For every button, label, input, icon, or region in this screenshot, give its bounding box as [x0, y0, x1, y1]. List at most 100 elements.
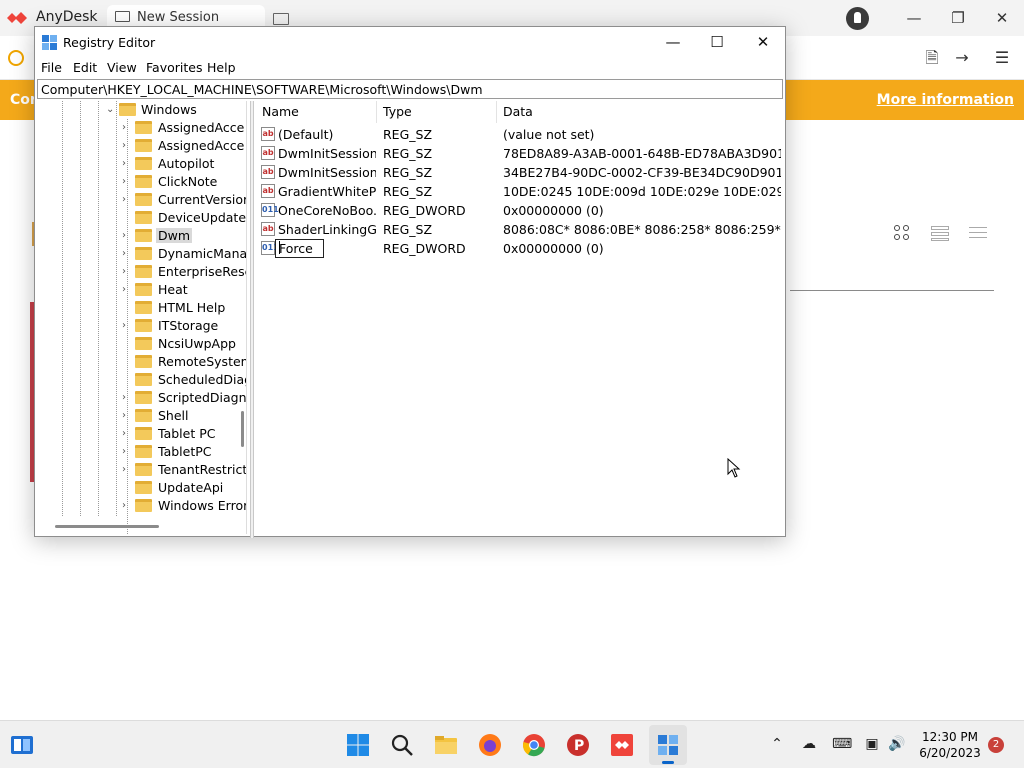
folder-icon — [135, 211, 152, 224]
window-title: Registry Editor — [63, 35, 156, 50]
tree-item[interactable]: NcsiUwpApp — [37, 335, 237, 353]
chevron-right-icon[interactable]: › — [122, 140, 132, 152]
anydesk-app-name: AnyDesk — [36, 9, 98, 25]
registry-tree[interactable]: ⌄ Windows › AssignedAcce › AssignedAcce … — [37, 101, 247, 534]
network-icon[interactable]: ▣ — [863, 735, 881, 753]
tree-item[interactable]: › ScriptedDiagn — [37, 389, 246, 407]
chevron-right-icon[interactable]: › — [122, 266, 132, 278]
minimize-button[interactable]: — — [904, 8, 924, 28]
proxy-app-icon[interactable]: P — [566, 733, 590, 757]
restore-button[interactable]: ❐ — [948, 8, 968, 28]
start-icon[interactable] — [346, 733, 370, 757]
table-row[interactable]: ab DwmInitSession... REG_SZ 34BE27B4-90D… — [256, 163, 784, 182]
tree-item-label: TenantRestrict — [158, 462, 247, 477]
table-row[interactable]: ab DwmInitSession... REG_SZ 78ED8A89-A3A… — [256, 144, 784, 163]
chevron-right-icon[interactable]: › — [122, 176, 132, 188]
table-row[interactable]: ab GradientWhitePi... REG_SZ 10DE:0245 1… — [256, 182, 784, 201]
tree-horizontal-scrollbar[interactable] — [55, 525, 159, 528]
cloud-offline-icon[interactable]: ☁ — [800, 735, 818, 753]
table-row[interactable]: ab ShaderLinkingG... REG_SZ 8086:08C* 80… — [256, 220, 784, 239]
menu-file[interactable]: File — [41, 60, 62, 75]
hamburger-menu-icon[interactable]: ☰ — [992, 48, 1012, 68]
menu-favorites[interactable]: Favorites — [146, 60, 202, 75]
column-header-data[interactable]: Data — [497, 101, 784, 123]
chevron-down-icon[interactable]: ⌄ — [106, 104, 116, 116]
tree-item[interactable]: › TenantRestrict — [37, 461, 246, 479]
close-button[interactable]: ✕ — [741, 30, 785, 54]
chevron-right-icon[interactable]: › — [122, 284, 132, 296]
menu-view[interactable]: View — [107, 60, 137, 75]
tree-item[interactable]: DeviceUpdate — [37, 209, 246, 227]
address-bar[interactable]: Computer\HKEY_LOCAL_MACHINE\SOFTWARE\Mic… — [37, 79, 783, 99]
chevron-right-icon[interactable]: › — [122, 248, 132, 260]
table-row[interactable]: 011 OneCoreNoBoo... REG_DWORD 0x00000000… — [256, 201, 784, 220]
registry-editor-taskbar-icon[interactable] — [656, 733, 680, 757]
notification-badge[interactable]: 2 — [988, 737, 1004, 753]
close-button[interactable]: ✕ — [992, 8, 1012, 28]
more-information-link[interactable]: More information — [877, 92, 1014, 108]
tree-item[interactable]: › TabletPC — [37, 443, 237, 461]
chevron-right-icon[interactable]: › — [122, 428, 132, 440]
tree-item[interactable]: HTML Help — [37, 299, 237, 317]
keyboard-icon[interactable]: ⌨ — [832, 735, 852, 753]
rename-input[interactable]: Force — [275, 239, 324, 258]
minimize-button[interactable]: — — [651, 30, 695, 54]
tree-item[interactable]: › Heat — [37, 281, 237, 299]
chevron-right-icon[interactable]: › — [122, 500, 132, 512]
tree-item[interactable]: ScheduledDiag — [37, 371, 246, 389]
maximize-button[interactable]: ☐ — [695, 30, 739, 54]
tree-item[interactable]: › Autopilot — [37, 155, 237, 173]
compact-grid-view-icon[interactable] — [931, 224, 949, 242]
connection-status-icon — [8, 50, 24, 66]
tree-item[interactable]: › DynamicMana — [37, 245, 246, 263]
new-tab-icon[interactable] — [273, 13, 289, 25]
tree-item-dwm[interactable]: › Dwm — [37, 227, 237, 245]
tree-item[interactable]: › ClickNote — [37, 173, 237, 191]
chevron-right-icon[interactable]: › — [122, 230, 132, 242]
grid-view-icon[interactable] — [893, 224, 911, 242]
widgets-icon[interactable] — [10, 733, 34, 757]
anydesk-icon[interactable] — [610, 733, 634, 757]
account-avatar-icon[interactable] — [846, 7, 869, 30]
list-view-icon[interactable] — [969, 224, 987, 242]
tree-item[interactable]: › Windows Error — [37, 497, 246, 515]
tree-item[interactable]: UpdateApi — [37, 479, 237, 497]
chevron-right-icon[interactable]: › — [122, 320, 132, 332]
chevron-right-icon[interactable]: › — [122, 158, 132, 170]
table-row[interactable]: ab (Default) REG_SZ (value not set) — [256, 125, 784, 144]
chevron-right-icon[interactable]: › — [122, 122, 132, 134]
tree-vertical-scrollbar[interactable] — [241, 411, 244, 447]
tree-item[interactable]: › Shell — [37, 407, 237, 425]
tree-item[interactable]: RemoteSystem — [37, 353, 246, 371]
string-value-icon: ab — [261, 146, 275, 160]
tree-item[interactable]: › ITStorage — [37, 317, 237, 335]
tree-item[interactable]: › AssignedAcce — [37, 137, 244, 155]
chevron-right-icon[interactable]: › — [122, 392, 132, 404]
volume-icon[interactable]: 🔊 — [888, 735, 906, 753]
chevron-right-icon[interactable]: › — [122, 410, 132, 422]
file-transfer-icon[interactable]: 🗎 — [922, 48, 942, 68]
menu-edit[interactable]: Edit — [73, 60, 97, 75]
values-list[interactable]: Name Type Data ab (Default) REG_SZ (valu… — [256, 101, 784, 534]
tree-item-windows[interactable]: ⌄ Windows — [37, 101, 237, 119]
arrow-right-icon[interactable]: → — [952, 48, 972, 68]
tree-item[interactable]: › Tablet PC — [37, 425, 237, 443]
column-header-name[interactable]: Name — [256, 101, 377, 123]
registry-editor-titlebar[interactable]: Registry Editor — ☐ ✕ — [35, 27, 785, 57]
chevron-up-icon[interactable]: ⌃ — [768, 735, 786, 753]
search-icon[interactable] — [390, 733, 414, 757]
tree-item[interactable]: › CurrentVersior — [37, 191, 246, 209]
pane-splitter[interactable] — [250, 101, 254, 538]
menu-help[interactable]: Help — [207, 60, 236, 75]
column-header-type[interactable]: Type — [377, 101, 497, 123]
tree-item[interactable]: › AssignedAcce — [37, 119, 244, 137]
file-explorer-icon[interactable] — [434, 733, 458, 757]
chevron-right-icon[interactable]: › — [122, 446, 132, 458]
chrome-icon[interactable] — [522, 733, 546, 757]
tree-item[interactable]: › EnterpriseResc — [37, 263, 246, 281]
chevron-right-icon[interactable]: › — [122, 464, 132, 476]
table-row-editing[interactable]: 011 Force REG_DWORD 0x00000000 (0) — [256, 239, 784, 258]
clock[interactable]: 12:30 PM 6/20/2023 — [914, 729, 986, 761]
chevron-right-icon[interactable]: › — [122, 194, 132, 206]
firefox-icon[interactable] — [478, 733, 502, 757]
